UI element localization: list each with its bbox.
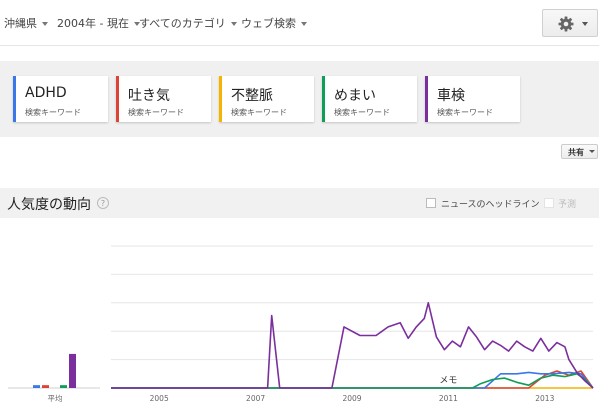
average-bars xyxy=(33,353,76,388)
term-card-dizziness[interactable]: めまい 検索キーワード xyxy=(322,76,417,122)
time-range-filter-label: 2004年 - 現在 xyxy=(57,17,129,30)
chevron-down-icon xyxy=(301,22,307,26)
share-button[interactable]: 共有 xyxy=(561,144,598,159)
filter-bar: 沖縄県 2004年 - 現在 すべてのカテゴリ ウェブ検索 xyxy=(0,0,599,46)
term-type: 検索キーワード xyxy=(437,108,493,117)
time-range-filter[interactable]: 2004年 - 現在 xyxy=(57,15,140,31)
category-filter-label: すべてのカテゴリ xyxy=(139,17,226,30)
region-filter-label: 沖縄県 xyxy=(4,17,37,30)
term-color-bar xyxy=(13,76,16,122)
term-type: 検索キーワード xyxy=(334,108,390,117)
average-bar xyxy=(42,385,49,388)
share-label: 共有 xyxy=(568,148,584,157)
series-lines: メモ xyxy=(111,302,594,389)
settings-button[interactable] xyxy=(542,9,598,37)
forecast-checkbox xyxy=(544,198,554,208)
series-line xyxy=(111,373,594,389)
x-tick-label: 2011 xyxy=(439,394,458,403)
help-icon[interactable]: ? xyxy=(97,197,109,209)
average-bar xyxy=(60,385,67,388)
series-line xyxy=(111,302,594,389)
term-color-bar xyxy=(116,76,119,122)
term-type: 検索キーワード xyxy=(25,108,81,117)
interest-over-time-header: 人気度の動向 ? ニュースのヘッドライン 予測 xyxy=(0,188,599,218)
series-line xyxy=(111,371,594,389)
term-type: 検索キーワード xyxy=(128,108,184,117)
term-name: めまい xyxy=(334,88,376,104)
section-title: 人気度の動向 xyxy=(7,197,91,213)
interest-chart: メモ 2005 2007 2009 2011 2013 平均 xyxy=(8,245,594,403)
x-axis-ticks: 2005 2007 2009 2011 2013 平均 xyxy=(48,393,555,403)
term-color-bar xyxy=(219,76,222,122)
chevron-down-icon xyxy=(582,22,588,26)
chevron-down-icon xyxy=(230,22,237,26)
average-bar xyxy=(69,353,76,388)
average-bar xyxy=(33,385,40,388)
term-card-nausea[interactable]: 吐き気 検索キーワード xyxy=(116,76,211,122)
average-label: 平均 xyxy=(48,393,63,403)
search-terms-panel: ADHD 検索キーワード 吐き気 検索キーワード 不整脈 検索キーワード めまい… xyxy=(0,61,599,137)
chevron-down-icon xyxy=(42,22,48,26)
chart-grid xyxy=(8,245,593,389)
term-color-bar xyxy=(322,76,325,122)
forecast-label: 予測 xyxy=(558,200,577,210)
term-name: 車検 xyxy=(437,88,465,104)
x-tick-label: 2009 xyxy=(342,394,361,403)
term-name: ADHD xyxy=(25,85,67,101)
news-headlines-checkbox[interactable] xyxy=(426,198,436,208)
memo-annotation: メモ xyxy=(439,376,457,386)
term-name: 吐き気 xyxy=(128,88,170,104)
gear-icon xyxy=(558,16,574,32)
x-tick-label: 2013 xyxy=(535,394,554,403)
chevron-down-icon xyxy=(589,150,595,153)
term-type: 検索キーワード xyxy=(231,108,287,117)
term-card-adhd[interactable]: ADHD 検索キーワード xyxy=(13,76,108,122)
term-card-arrhythmia[interactable]: 不整脈 検索キーワード xyxy=(219,76,314,122)
region-filter[interactable]: 沖縄県 xyxy=(4,15,48,31)
category-filter[interactable]: すべてのカテゴリ xyxy=(139,15,237,31)
search-type-filter[interactable]: ウェブ検索 xyxy=(241,15,307,31)
x-tick-label: 2007 xyxy=(246,394,265,403)
term-name: 不整脈 xyxy=(231,88,273,104)
term-card-vehicle-inspection[interactable]: 車検 検索キーワード xyxy=(425,76,520,122)
x-tick-label: 2005 xyxy=(150,394,169,403)
term-color-bar xyxy=(425,76,428,122)
search-type-filter-label: ウェブ検索 xyxy=(241,17,296,30)
news-headlines-label[interactable]: ニュースのヘッドライン xyxy=(441,197,540,210)
